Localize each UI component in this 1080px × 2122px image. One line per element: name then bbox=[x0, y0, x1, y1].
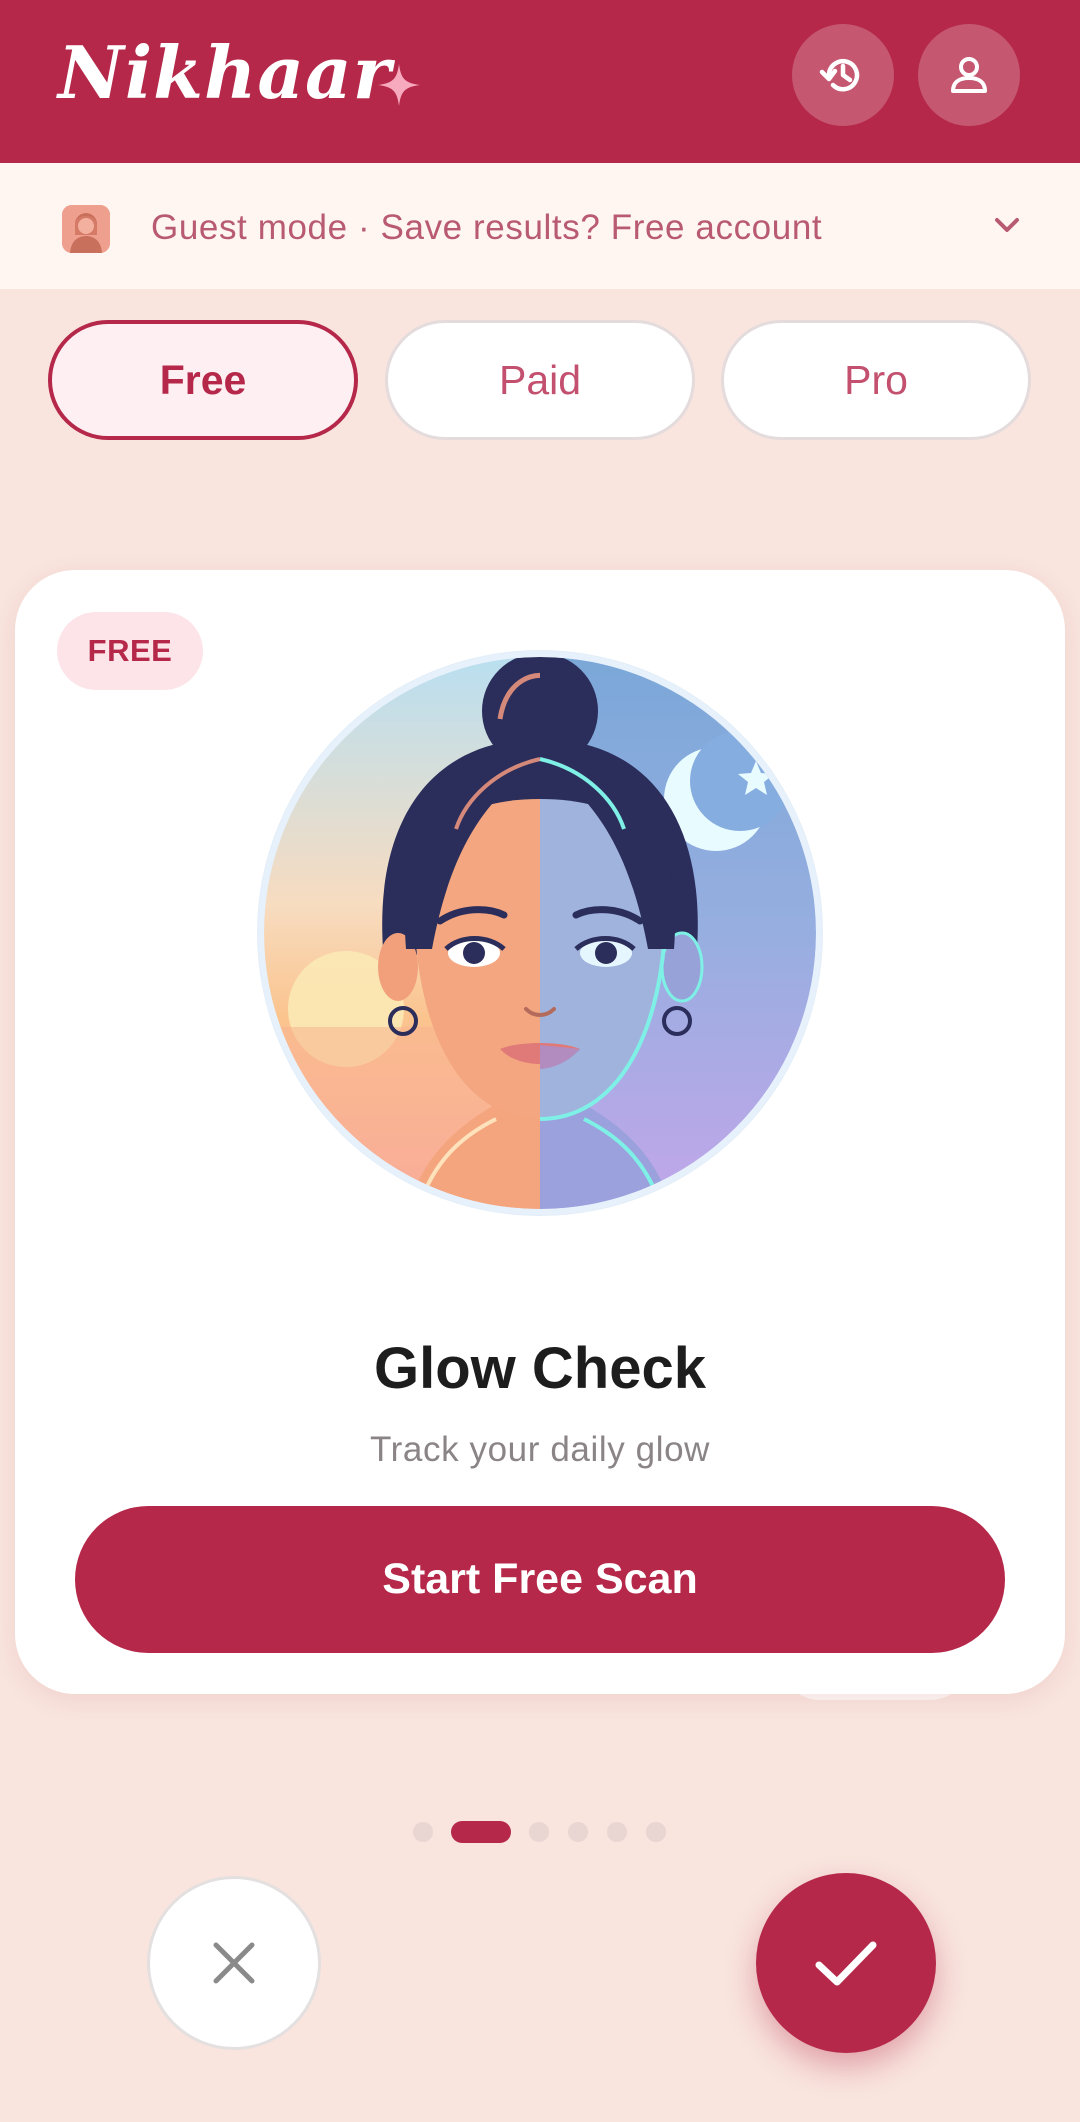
tab-pro[interactable]: Pro bbox=[721, 320, 1031, 440]
reject-button[interactable] bbox=[147, 1876, 321, 2050]
card-pager bbox=[0, 1820, 1080, 1844]
profile-button[interactable] bbox=[918, 24, 1020, 126]
card-title: Glow Check bbox=[374, 1336, 706, 1401]
brand-logo: Nikhaar bbox=[58, 30, 392, 115]
user-icon bbox=[951, 57, 987, 93]
accept-button[interactable] bbox=[756, 1873, 936, 2053]
app-screen: Nikhaar Guest mode · Save results? Free … bbox=[0, 0, 1080, 2122]
pager-dot[interactable] bbox=[568, 1822, 588, 1842]
pager-dot[interactable] bbox=[646, 1822, 666, 1842]
start-scan-button[interactable]: Start Free Scan bbox=[75, 1506, 1005, 1653]
free-badge: FREE bbox=[57, 612, 203, 690]
history-icon bbox=[819, 58, 860, 92]
scan-card[interactable]: FREE Glow Check Track your daily glow St… bbox=[15, 570, 1065, 1694]
pager-dot[interactable] bbox=[607, 1822, 627, 1842]
guest-avatar-icon bbox=[62, 205, 110, 253]
check-icon bbox=[815, 1941, 877, 1986]
pager-dot[interactable] bbox=[413, 1822, 433, 1842]
sparkle-icon bbox=[378, 64, 420, 106]
tab-free[interactable]: Free bbox=[48, 320, 358, 440]
pager-dot[interactable] bbox=[529, 1822, 549, 1842]
day-night-face-illustration bbox=[257, 650, 823, 1216]
guest-mode-banner[interactable]: Guest mode · Save results? Free account bbox=[0, 163, 1080, 289]
close-icon bbox=[213, 1942, 255, 1984]
guest-mode-text: Guest mode · Save results? Free account bbox=[151, 208, 823, 247]
tab-paid[interactable]: Paid bbox=[385, 320, 695, 440]
chevron-down-icon[interactable] bbox=[992, 213, 1022, 237]
app-header: Nikhaar bbox=[0, 0, 1080, 163]
history-button[interactable] bbox=[792, 24, 894, 126]
pager-dot-active[interactable] bbox=[451, 1821, 511, 1843]
card-subtitle: Track your daily glow bbox=[369, 1430, 711, 1469]
